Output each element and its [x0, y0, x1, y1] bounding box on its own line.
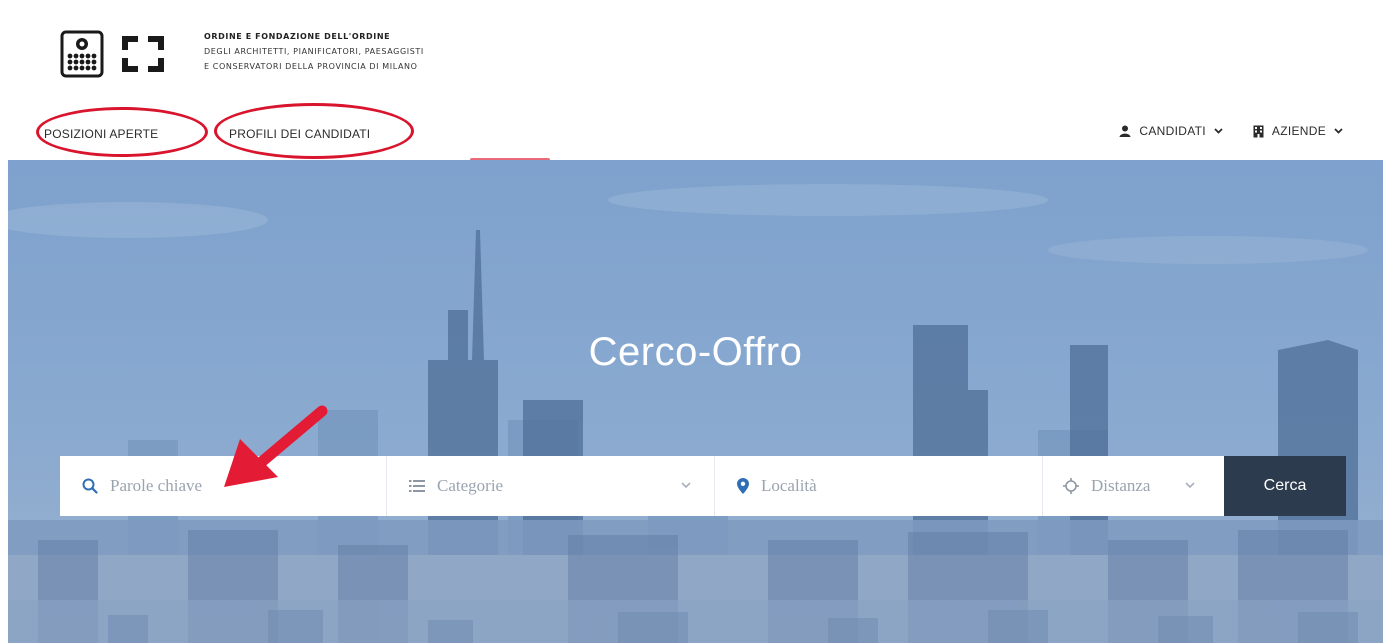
search-icon [82, 478, 98, 494]
nav-candidati-dropdown[interactable]: CANDIDATI [1119, 124, 1223, 138]
logo-text: ORDINE E FONDAZIONE DELL'ORDINE DEGLI AR… [204, 30, 604, 74]
hero-banner: Cerco-Offro Parole chiave Categorie Loca… [8, 160, 1383, 643]
categories-select[interactable]: Categorie [387, 456, 715, 516]
nav-candidati-label: CANDIDATI [1139, 124, 1206, 138]
building-icon [1253, 125, 1264, 137]
nav-aziende-label: AZIENDE [1271, 124, 1326, 138]
crosshair-icon [1063, 478, 1079, 494]
logo-line-3: E CONSERVATORI DELLA PROVINCIA DI MILANO [204, 62, 418, 71]
logo-line-2: DEGLI ARCHITETTI, PIANIFICATORI, PAESAGG… [204, 47, 424, 56]
user-icon [1119, 125, 1131, 137]
map-pin-icon [737, 478, 749, 494]
nav-profili-candidati[interactable]: PROFILI DEI CANDIDATI [229, 127, 370, 141]
account-nav: CANDIDATI AZIENDE [1119, 124, 1343, 138]
header-top-strip [0, 0, 1383, 10]
milan-skyline-image [8, 184, 1383, 643]
distance-placeholder: Distanza [1091, 476, 1151, 495]
keywords-field[interactable]: Parole chiave [60, 456, 387, 516]
chevron-down-icon [1185, 482, 1195, 489]
site-header: ORDINE E FONDAZIONE DELL'ORDINE DEGLI AR… [0, 0, 1383, 162]
site-logo[interactable] [60, 28, 180, 82]
search-bar: Parole chiave Categorie Località Distanz… [60, 456, 1346, 516]
nav-posizioni-aperte[interactable]: POSIZIONI APERTE [44, 127, 158, 141]
search-button[interactable]: Cerca [1224, 456, 1346, 516]
page-title: Cerco-Offro [588, 330, 803, 374]
list-icon [409, 480, 425, 492]
chevron-down-icon [1214, 128, 1223, 134]
categories-placeholder: Categorie [437, 476, 504, 495]
chevron-down-icon [1334, 128, 1343, 134]
nav-aziende-dropdown[interactable]: AZIENDE [1253, 124, 1343, 138]
location-input[interactable]: Località [761, 476, 817, 496]
logo-line-1: ORDINE E FONDAZIONE DELL'ORDINE [204, 32, 391, 41]
keywords-input[interactable]: Parole chiave [110, 476, 202, 496]
distance-select[interactable]: Distanza [1043, 456, 1224, 516]
location-field[interactable]: Località [715, 456, 1043, 516]
chevron-down-icon [681, 482, 691, 489]
